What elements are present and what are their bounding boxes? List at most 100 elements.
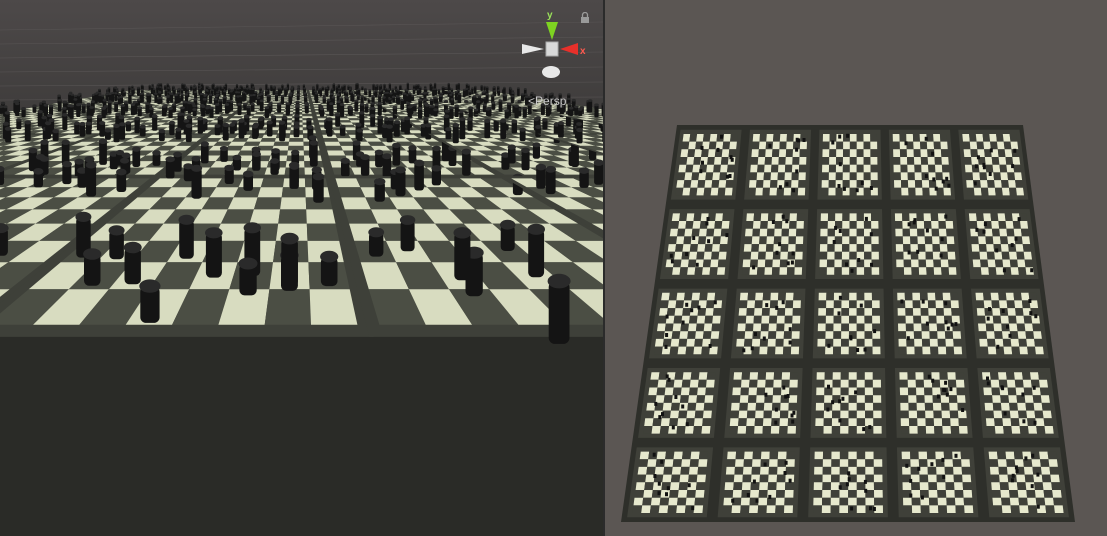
- chess-piece[interactable]: [528, 229, 545, 278]
- chess-piece[interactable]: [408, 93, 412, 103]
- chess-piece[interactable]: [445, 88, 448, 95]
- chess-piece[interactable]: [418, 108, 423, 119]
- chess-piece[interactable]: [201, 106, 206, 117]
- gizmo-x-cone[interactable]: [560, 43, 578, 55]
- chess-piece[interactable]: [191, 168, 202, 199]
- chess-piece[interactable]: [98, 95, 102, 103]
- chess-piece[interactable]: [471, 88, 474, 95]
- chess-piece[interactable]: [510, 96, 514, 104]
- chess-piece[interactable]: [128, 94, 132, 104]
- chess-piece[interactable]: [266, 122, 273, 137]
- chess-piece[interactable]: [385, 92, 389, 103]
- chess-piece[interactable]: [107, 101, 112, 114]
- chess-piece[interactable]: [208, 94, 213, 104]
- projection-label[interactable]: <Persp: [528, 94, 566, 108]
- chess-piece[interactable]: [28, 150, 37, 172]
- chess-piece[interactable]: [259, 100, 264, 112]
- chess-piece[interactable]: [15, 103, 20, 117]
- chess-piece[interactable]: [114, 102, 118, 112]
- chess-piece[interactable]: [24, 122, 31, 141]
- chess-piece[interactable]: [134, 118, 140, 134]
- chess-piece[interactable]: [484, 120, 491, 139]
- chess-piece[interactable]: [225, 104, 229, 114]
- chess-piece[interactable]: [473, 96, 477, 105]
- chess-piece[interactable]: [377, 103, 382, 116]
- chess-piece[interactable]: [368, 90, 372, 98]
- chess-piece[interactable]: [281, 238, 298, 287]
- chess-piece[interactable]: [62, 114, 68, 130]
- chess-piece[interactable]: [120, 105, 125, 116]
- chess-piece[interactable]: [500, 120, 507, 139]
- chess-piece[interactable]: [594, 162, 603, 185]
- chess-piece[interactable]: [315, 93, 319, 104]
- chess-piece[interactable]: [462, 151, 471, 176]
- chess-piece[interactable]: [45, 123, 51, 139]
- chess-piece[interactable]: [114, 93, 118, 101]
- chess-piece[interactable]: [162, 106, 167, 117]
- chess-piece[interactable]: [558, 123, 564, 138]
- chess-piece[interactable]: [86, 165, 97, 197]
- chess-piece[interactable]: [449, 107, 454, 119]
- chess-piece[interactable]: [285, 103, 290, 116]
- chess-piece[interactable]: [145, 103, 150, 114]
- chess-piece[interactable]: [485, 94, 489, 103]
- chess-piece[interactable]: [340, 104, 345, 118]
- chess-piece[interactable]: [521, 150, 530, 171]
- chess-piece[interactable]: [229, 91, 233, 101]
- chess-piece[interactable]: [201, 144, 209, 164]
- gizmo-y-cone[interactable]: [546, 22, 558, 40]
- chess-piece[interactable]: [425, 105, 430, 118]
- chess-piece[interactable]: [325, 88, 329, 97]
- chess-piece[interactable]: [179, 219, 194, 259]
- chess-piece[interactable]: [137, 87, 140, 96]
- chess-piece[interactable]: [455, 84, 458, 91]
- gizmo-neg-z-cone[interactable]: [542, 66, 560, 78]
- chess-piece[interactable]: [187, 102, 192, 114]
- chess-piece[interactable]: [185, 125, 192, 143]
- chess-piece[interactable]: [404, 118, 410, 135]
- chess-piece[interactable]: [341, 86, 344, 94]
- chess-piece[interactable]: [392, 107, 397, 119]
- chess-piece[interactable]: [382, 156, 392, 178]
- chess-piece[interactable]: [279, 122, 286, 142]
- chess-piece[interactable]: [99, 141, 107, 165]
- chess-piece[interactable]: [215, 104, 220, 115]
- chess-piece[interactable]: [76, 104, 81, 117]
- chess-piece[interactable]: [264, 107, 269, 119]
- chess-piece[interactable]: [278, 88, 281, 97]
- chess-piece[interactable]: [272, 87, 276, 96]
- chess-piece[interactable]: [326, 119, 333, 137]
- chess-piece[interactable]: [425, 125, 432, 140]
- chess-piece[interactable]: [130, 104, 135, 116]
- chess-piece[interactable]: [238, 120, 245, 139]
- chess-piece[interactable]: [458, 93, 462, 104]
- chess-piece[interactable]: [350, 92, 354, 102]
- chess-piece[interactable]: [447, 83, 450, 91]
- chess-piece[interactable]: [394, 122, 400, 137]
- chess-piece[interactable]: [150, 87, 154, 95]
- chess-piece[interactable]: [154, 93, 158, 103]
- chess-piece[interactable]: [69, 106, 74, 119]
- chess-piece[interactable]: [270, 85, 273, 92]
- chess-piece[interactable]: [343, 85, 346, 91]
- chess-piece[interactable]: [462, 89, 466, 98]
- chess-piece[interactable]: [284, 88, 287, 97]
- chess-piece[interactable]: [152, 116, 158, 131]
- chess-piece[interactable]: [335, 114, 341, 127]
- chess-piece[interactable]: [372, 84, 375, 91]
- chess-piece[interactable]: [329, 103, 334, 116]
- chess-piece[interactable]: [468, 107, 473, 119]
- chess-piece[interactable]: [170, 94, 174, 103]
- chess-piece[interactable]: [119, 124, 126, 140]
- chess-piece[interactable]: [514, 106, 519, 119]
- chess-piece[interactable]: [392, 145, 401, 166]
- chess-piece[interactable]: [474, 86, 477, 94]
- chess-piece[interactable]: [503, 87, 506, 95]
- chess-piece[interactable]: [280, 96, 285, 105]
- chess-piece[interactable]: [354, 100, 359, 112]
- chess-piece[interactable]: [197, 118, 203, 134]
- chess-piece[interactable]: [319, 88, 322, 97]
- chess-piece[interactable]: [99, 123, 105, 137]
- chess-piece[interactable]: [454, 232, 471, 281]
- scene-view[interactable]: y x <Persp: [0, 0, 603, 536]
